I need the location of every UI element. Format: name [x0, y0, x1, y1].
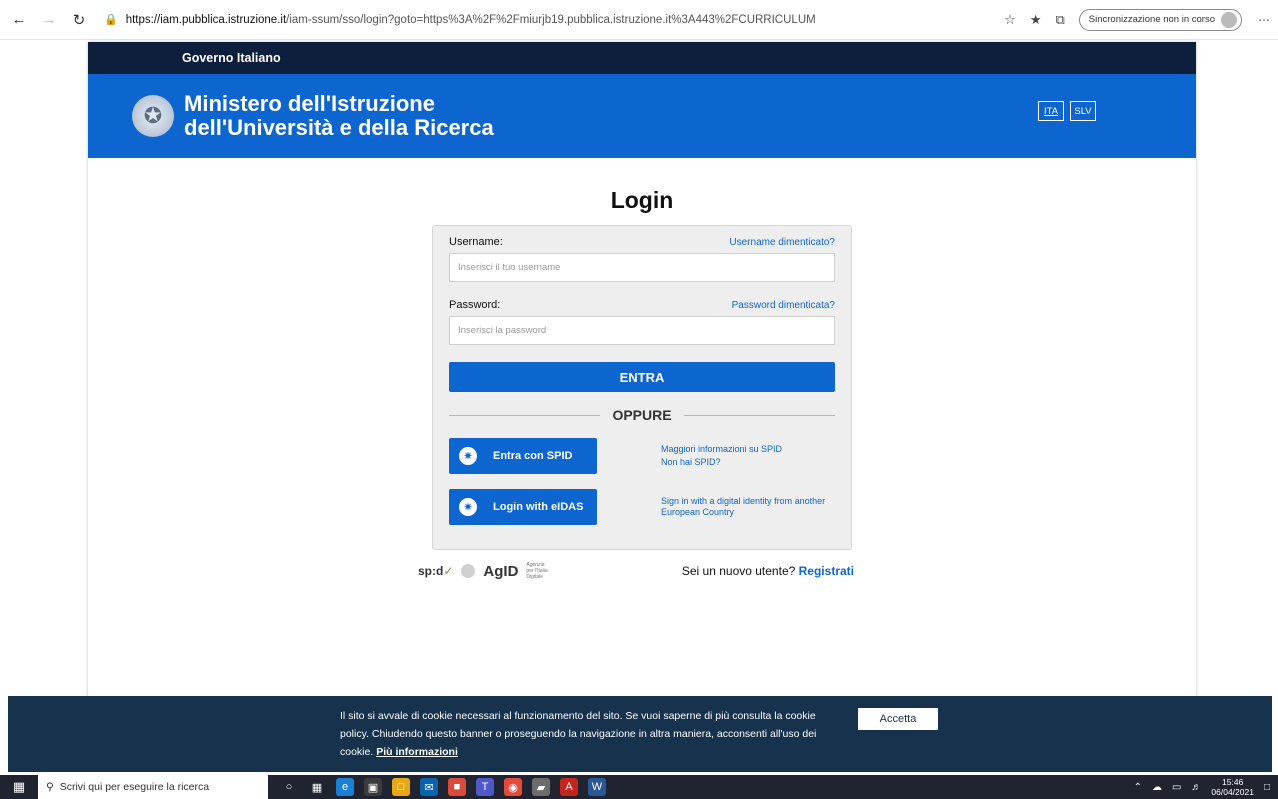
chrome-icon[interactable]: ◉ [504, 778, 522, 796]
ministry-header: ✪ Ministero dell'Istruzione dell'Univers… [88, 74, 1196, 158]
password-forgot-link[interactable]: Password dimenticata? [732, 300, 835, 311]
new-user-label: Sei un nuovo utente? [681, 564, 796, 578]
system-tray: ⌃ ☁ ▭ ♬ 15:46 06/04/2021 □ [1134, 777, 1278, 797]
address-bar[interactable]: 🔒 https://iam.pubblica.istruzione.it/iam… [98, 7, 1004, 33]
task-view-icon[interactable]: ▦ [308, 778, 326, 796]
explorer-icon[interactable]: □ [392, 778, 410, 796]
page-content: Governo Italiano ✪ Ministero dell'Istruz… [88, 42, 1196, 742]
register-link[interactable]: Registrati [799, 564, 854, 578]
store-icon[interactable]: ▣ [364, 778, 382, 796]
login-panel: Username: Username dimenticato? Inserisc… [432, 225, 852, 550]
agid-icon [461, 564, 476, 578]
password-label: Password: [449, 299, 501, 311]
forward-icon[interactable]: → [38, 9, 60, 31]
collections-icon[interactable]: ⧉ [1055, 12, 1064, 28]
or-label: OPPURE [612, 407, 672, 423]
lang-slv-button[interactable]: SLV [1070, 101, 1096, 121]
url-text: https://iam.pubblica.istruzione.it/iam-s… [125, 13, 816, 26]
spid-info-link[interactable]: Maggiori informazioni su SPID [661, 444, 782, 455]
password-placeholder: Inserisci la password [458, 325, 547, 336]
clock-time: 15:46 [1222, 777, 1244, 787]
onedrive-icon[interactable]: ☁ [1152, 782, 1162, 793]
or-divider: OPPURE [449, 407, 835, 423]
sync-button[interactable]: Sincronizzazione non in corso [1078, 8, 1242, 31]
taskbar-search-input[interactable]: ⚲ Scrivi qui per eseguire la ricerca [38, 775, 268, 799]
volume-icon[interactable]: ♬ [1191, 782, 1201, 793]
acrobat-icon[interactable]: A [560, 778, 578, 796]
spid-none-link[interactable]: Non hai SPID? [661, 457, 782, 468]
windows-start-icon[interactable]: ▦ [0, 775, 38, 799]
page-title: Login [610, 187, 674, 213]
ministry-title[interactable]: Ministero dell'Istruzione dell'Universit… [184, 92, 494, 140]
sync-label: Sincronizzazione non in corso [1088, 14, 1215, 25]
lang-ita-button[interactable]: ITA [1038, 101, 1064, 121]
username-placeholder: Inserisci il tuo username [458, 262, 561, 273]
eidas-info-link[interactable]: Sign in with a digital identity from ano… [661, 496, 831, 518]
emblem-icon: ✪ [132, 95, 174, 137]
agid-subtitle: Agenzia per l'Italia Digitale [526, 562, 548, 580]
app-icon[interactable]: ■ [448, 778, 466, 796]
word-icon[interactable]: W [588, 778, 606, 796]
favorite-add-icon[interactable]: ☆ [1004, 12, 1016, 28]
gov-strip: Governo Italiano [88, 42, 1196, 74]
username-label: Username: [449, 236, 503, 248]
teams-icon[interactable]: T [476, 778, 494, 796]
eidas-button-label: Login with eIDAS [493, 501, 584, 513]
cookie-more-link[interactable]: Più informazioni [376, 746, 458, 758]
clock[interactable]: 15:46 06/04/2021 [1211, 777, 1254, 797]
mail-icon[interactable]: ✉ [420, 778, 438, 796]
network-icon[interactable]: ▭ [1172, 782, 1181, 793]
cortana-icon[interactable]: ○ [280, 778, 298, 796]
eidas-button[interactable]: ✷ Login with eIDAS [449, 489, 597, 525]
avatar [1221, 11, 1237, 28]
favorites-icon[interactable]: ★ [1030, 12, 1042, 28]
username-input[interactable]: Inserisci il tuo username [449, 253, 835, 282]
accept-button[interactable]: Accetta [858, 708, 938, 730]
login-footer: sp:d✓ AgID Agenzia per l'Italia Digitale… [418, 562, 854, 580]
ministry-title-line1: Ministero dell'Istruzione [184, 91, 435, 116]
spid-button-label: Entra con SPID [493, 450, 573, 462]
edge-icon[interactable]: e [336, 778, 354, 796]
spid-button[interactable]: ✷ Entra con SPID [449, 438, 597, 474]
browser-toolbar: ← → ↻ 🔒 https://iam.pubblica.istruzione.… [0, 0, 1278, 40]
language-switch: ITA SLV [1038, 101, 1096, 121]
partner-logos: sp:d✓ AgID Agenzia per l'Italia Digitale [418, 562, 552, 580]
username-forgot-link[interactable]: Username dimenticato? [729, 237, 835, 248]
refresh-icon[interactable]: ↻ [68, 9, 90, 31]
ministry-title-line2: dell'Università e della Ricerca [184, 115, 494, 140]
chevron-up-icon[interactable]: ⌃ [1134, 782, 1142, 793]
more-icon[interactable]: ⋯ [1258, 13, 1270, 27]
gov-strip-label: Governo Italiano [182, 51, 281, 65]
enter-button[interactable]: ENTRA [449, 362, 835, 392]
spid-person-icon: ✷ [459, 447, 477, 465]
password-input[interactable]: Inserisci la password [449, 316, 835, 345]
lock-icon: 🔒 [104, 14, 118, 26]
notification-icon[interactable]: □ [1264, 782, 1270, 793]
taskbar-search-placeholder: Scrivi qui per eseguire la ricerca [59, 781, 210, 793]
search-icon: ⚲ [46, 781, 54, 793]
spid-logo: sp:d✓ [418, 564, 454, 578]
cookie-banner: Il sito si avvale di cookie necessari al… [8, 696, 1272, 772]
eidas-person-icon: ✷ [459, 498, 477, 516]
app-icon-2[interactable]: ▰ [532, 778, 550, 796]
register-prompt: Sei un nuovo utente? Registrati [682, 564, 854, 578]
windows-taskbar: ▦ ⚲ Scrivi qui per eseguire la ricerca ○… [0, 775, 1278, 799]
cookie-text: Il sito si avvale di cookie necessari al… [340, 707, 840, 761]
back-icon[interactable]: ← [8, 9, 30, 31]
agid-logo: AgID [483, 562, 519, 580]
clock-date: 06/04/2021 [1211, 787, 1254, 797]
